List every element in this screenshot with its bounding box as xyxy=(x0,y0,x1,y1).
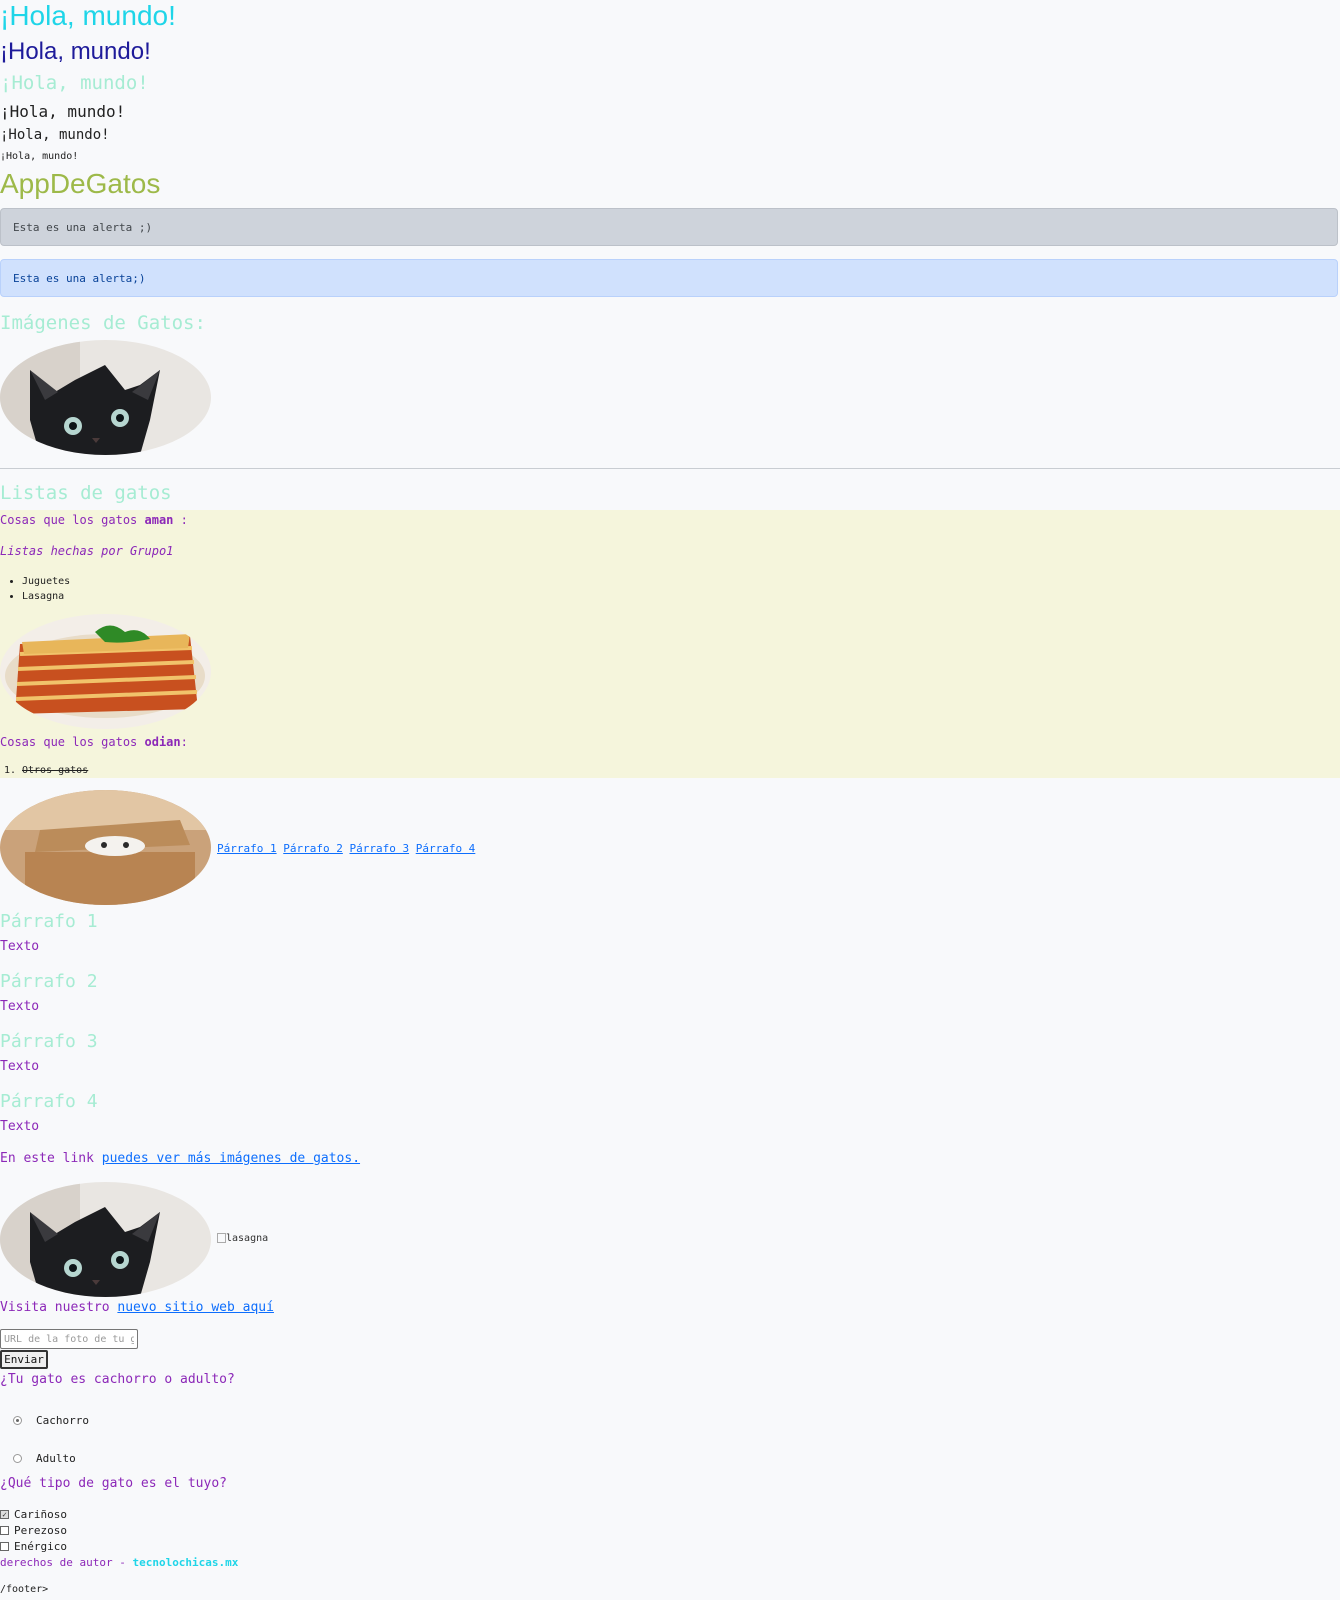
hate-label: Cosas que los gatos odian: xyxy=(0,735,188,749)
list-item-text: Otros gatos xyxy=(22,765,89,776)
checkbox-label: Enérgico xyxy=(14,1540,67,1553)
paragraph-title-4: Párrafo 4 xyxy=(0,1091,98,1112)
heading-2: ¡Hola, mundo! xyxy=(0,38,151,65)
cat-image-black[interactable] xyxy=(0,340,211,455)
type-question: ¿Qué tipo de gato es el tuyo? xyxy=(0,1476,227,1491)
footer-text: derechos de autor - xyxy=(0,1556,133,1569)
anchor-link-parrafo-1[interactable]: Párrafo 1 xyxy=(217,842,277,855)
heading-6: ¡Hola, mundo! xyxy=(0,151,79,162)
cat-image-black-2[interactable] xyxy=(0,1182,211,1297)
checkbox-icon[interactable] xyxy=(0,1526,9,1535)
heading-3: ¡Hola, mundo! xyxy=(0,72,149,94)
love-label: Cosas que los gatos aman : xyxy=(0,513,188,527)
broken-image-alt: lasagna xyxy=(226,1233,269,1244)
checkbox-checked-icon[interactable]: ✓ xyxy=(0,1510,9,1519)
footer: derechos de autor - tecnolochicas.mx xyxy=(0,1556,238,1569)
heading-1: ¡Hola, mundo! xyxy=(0,0,176,31)
broken-image: lasagna xyxy=(217,1233,268,1244)
hate-label-suffix: : xyxy=(180,735,188,749)
images-section-title: Imágenes de Gatos: xyxy=(0,312,206,334)
cat-in-box-image[interactable] xyxy=(0,790,211,905)
list-item: Lasagna xyxy=(22,589,70,604)
paragraph-text-4: Texto xyxy=(0,1119,40,1134)
visit-prefix: Visita nuestro xyxy=(0,1300,118,1315)
more-images-prefix: En este link xyxy=(0,1151,102,1166)
love-label-suffix: : xyxy=(173,513,188,527)
radio-label: Cachorro xyxy=(36,1414,89,1427)
checkbox-icon[interactable] xyxy=(0,1542,9,1551)
alert-secondary: Esta es una alerta ;) xyxy=(0,208,1338,246)
anchor-link-parrafo-3[interactable]: Párrafo 3 xyxy=(349,842,409,855)
radio-dot-icon[interactable] xyxy=(13,1416,22,1425)
anchor-nav: Párrafo 1 Párrafo 2 Párrafo 3 Párrafo 4 xyxy=(217,842,475,855)
more-images-line: En este link puedes ver más imágenes de … xyxy=(0,1151,360,1166)
app-title: AppDeGatos xyxy=(0,168,161,199)
radio-cachorro[interactable]: Cachorro xyxy=(13,1414,89,1427)
lists-credit: Listas hechas por Grupo1 xyxy=(0,544,174,558)
checkbox-energico[interactable]: Enérgico xyxy=(0,1540,67,1553)
hate-label-bold: odian xyxy=(144,735,181,749)
footer-brand: tecnolochicas.mx xyxy=(132,1556,239,1569)
love-label-prefix: Cosas que los gatos xyxy=(0,513,145,527)
lasagna-image[interactable] xyxy=(0,614,211,729)
list-item: Juguetes xyxy=(22,574,70,589)
paragraph-text-3: Texto xyxy=(0,1059,40,1074)
broken-image-icon xyxy=(217,1233,226,1243)
visit-link[interactable]: nuevo sitio web aquí xyxy=(117,1300,274,1315)
radio-adulto[interactable]: Adulto xyxy=(13,1452,76,1465)
radio-label: Adulto xyxy=(36,1452,76,1465)
checkbox-label: Cariñoso xyxy=(14,1508,67,1521)
anchor-link-parrafo-4[interactable]: Párrafo 4 xyxy=(416,842,476,855)
submit-button[interactable]: Enviar xyxy=(0,1350,48,1369)
paragraph-text-2: Texto xyxy=(0,999,40,1014)
visit-line: Visita nuestro nuevo sitio web aquí xyxy=(0,1300,274,1315)
checkbox-perezoso[interactable]: Perezoso xyxy=(0,1524,67,1537)
heading-4: ¡Hola, mundo! xyxy=(0,102,126,121)
stray-footer-tag: /footer> xyxy=(0,1584,49,1595)
alert-primary: Esta es una alerta;) xyxy=(0,259,1338,297)
radio-dot-icon[interactable] xyxy=(13,1454,22,1463)
love-list: Juguetes Lasagna xyxy=(0,574,70,604)
paragraph-title-3: Párrafo 3 xyxy=(0,1031,98,1052)
hate-label-prefix: Cosas que los gatos xyxy=(0,735,145,749)
love-label-bold: aman xyxy=(144,513,174,527)
paragraph-title-2: Párrafo 2 xyxy=(0,971,98,992)
checkbox-carinoso[interactable]: ✓ Cariñoso xyxy=(0,1508,67,1521)
paragraph-text-1: Texto xyxy=(0,939,40,954)
more-images-link[interactable]: puedes ver más imágenes de gatos. xyxy=(102,1151,360,1166)
lists-panel xyxy=(0,510,1340,778)
age-question: ¿Tu gato es cachorro o adulto? xyxy=(0,1372,235,1387)
cat-photo-url-input[interactable] xyxy=(0,1329,138,1349)
divider xyxy=(0,468,1340,469)
heading-5: ¡Hola, mundo! xyxy=(0,127,110,143)
hate-list: Otros gatos xyxy=(0,763,88,778)
anchor-link-parrafo-2[interactable]: Párrafo 2 xyxy=(283,842,343,855)
checkbox-label: Perezoso xyxy=(14,1524,67,1537)
lists-section-title: Listas de gatos xyxy=(0,482,172,504)
paragraph-title-1: Párrafo 1 xyxy=(0,911,98,932)
list-item: Otros gatos xyxy=(22,763,88,778)
